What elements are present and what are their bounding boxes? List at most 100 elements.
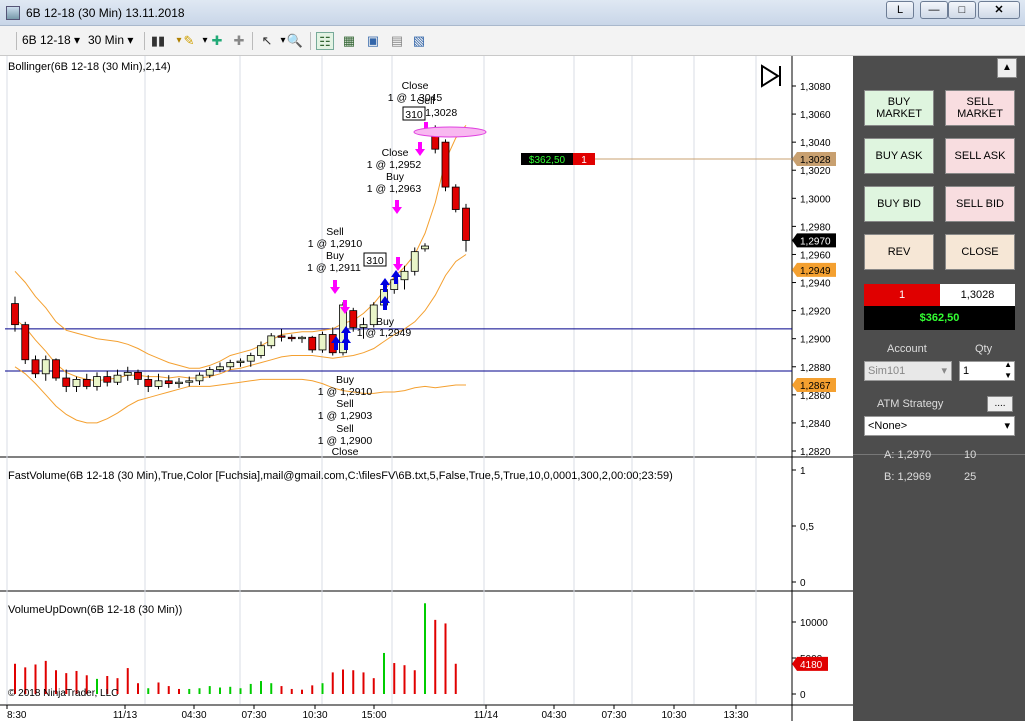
app-icon [6, 6, 20, 20]
execution-label: Buy [326, 250, 345, 262]
sell-arrow [392, 200, 402, 214]
interval-selector[interactable]: 30 Min ▾ [88, 31, 133, 51]
execution-label: Close [402, 80, 429, 92]
last-price-flag-label: 1,2970 [800, 236, 831, 247]
position-pnl-text: $362,50 [529, 155, 566, 166]
price-tick-label: 1,2820 [800, 447, 831, 458]
atm-strategy-select[interactable]: <None> ▾ [864, 416, 1015, 436]
chevron-down-icon: ▾ [1004, 420, 1010, 432]
collapse-up-icon[interactable]: ▲ [997, 58, 1017, 78]
zoom-icon[interactable]: 🔍 [286, 32, 304, 50]
strategies-icon[interactable]: ▣ [364, 32, 382, 50]
price-tick-label: 1,3080 [800, 82, 831, 93]
highlight-ellipse [413, 126, 487, 138]
time-tick-label: 04:30 [181, 710, 206, 721]
stepper-arrows-icon[interactable]: ▲ ▼ [1004, 359, 1012, 381]
skip-to-end-triangle [761, 64, 780, 88]
candle-body [154, 380, 163, 387]
candle-body [318, 334, 327, 351]
candle-body [185, 380, 194, 383]
candle-body [216, 366, 224, 370]
candle-body [400, 270, 409, 281]
reverse-button[interactable]: REV [864, 234, 934, 270]
qty-label: Qty [975, 343, 993, 355]
candle-body [144, 379, 153, 387]
sell-arrow [393, 257, 403, 271]
position-pnl: $362,50 [864, 306, 1015, 330]
buy-market-button[interactable]: BUY MARKET [864, 90, 934, 126]
minimize-icon[interactable]: — [920, 1, 948, 19]
atm-strategy-button[interactable]: .... [987, 396, 1013, 412]
properties-icon[interactable]: ▤ [388, 32, 406, 50]
fastvolume-tick-label: 1 [800, 466, 806, 477]
sell-bid-button[interactable]: SELL BID [945, 186, 1015, 222]
candle-body [441, 141, 450, 188]
time-tick-label: 10:30 [302, 710, 327, 721]
candle-body [52, 359, 60, 379]
chart-trader-icon[interactable]: ☷ [316, 32, 334, 50]
time-tick-label: 10:30 [661, 710, 686, 721]
candle-body [349, 310, 358, 328]
bid-size-label: 25 [964, 471, 977, 483]
buy-ask-button[interactable]: BUY ASK [864, 138, 934, 174]
candle-body [226, 362, 235, 368]
toolbar-separator [144, 32, 145, 50]
chevron-down-icon: ▾ [127, 33, 134, 47]
close-icon[interactable]: ✕ [978, 1, 1020, 19]
execution-label: Sell [417, 95, 435, 107]
bar-type-icon[interactable]: ▮▮ [149, 32, 167, 50]
atm-strategy-value: <None> [868, 420, 908, 432]
sell-ask-button[interactable]: SELL ASK [945, 138, 1015, 174]
chevron-down-icon: ▾ [74, 33, 81, 47]
time-tick-label: 07:30 [601, 710, 626, 721]
ask-size-label: 10 [964, 449, 977, 461]
candle-body [175, 381, 183, 385]
instrument-label: 6B 12-18 [22, 33, 71, 47]
candle-body [462, 207, 470, 241]
candle-body [277, 335, 286, 338]
execution-value: 1 @ 1,2949 [357, 327, 412, 339]
panel-divider [853, 454, 1025, 455]
candle-body [21, 324, 30, 361]
chart-canvas[interactable]: 1,3080 1,3060 1,3040 1,3020 1,3000 1,2980 1,29… [0, 56, 853, 721]
ninjatrader-chart-window: 6B 12-18 (30 Min) 13.11.2018 L — □ ✕ 6B … [0, 0, 1025, 721]
indicators-icon[interactable]: ▦ [340, 32, 358, 50]
candle-body [103, 376, 112, 383]
price-tick-label: 1,3000 [800, 194, 831, 205]
toolbar-separator [310, 32, 311, 50]
buy-bid-button[interactable]: BUY BID [864, 186, 934, 222]
candle-body [123, 371, 132, 376]
candle-body [113, 374, 122, 383]
price-tick-label: 1,3020 [800, 166, 831, 177]
execution-value: 1 @ 1,2910 [318, 386, 373, 398]
global-crosshair-icon[interactable]: ✚ [230, 32, 248, 50]
sell-arrow [330, 280, 340, 294]
execution-label: Close [382, 147, 409, 159]
sell-market-button[interactable]: SELL MARKET [945, 90, 1015, 126]
candle-body [410, 251, 419, 272]
qty-value: 1 [963, 365, 970, 377]
bollinger-panel-title: Bollinger(6B 12-18 (30 Min),2,14) [8, 61, 171, 73]
instrument-selector[interactable]: 6B 12-18 ▾ [22, 31, 80, 51]
chart-area[interactable]: 1,3080 1,3060 1,3040 1,3020 1,3000 1,2980 1,29… [0, 56, 853, 721]
candle-body [308, 336, 317, 351]
quantity-stepper[interactable]: 1 ▲ ▼ [959, 359, 1015, 381]
link-button[interactable]: L [886, 1, 914, 19]
copyright-notice: © 2018 NinjaTrader, LLC [8, 688, 119, 699]
close-position-button[interactable]: CLOSE [945, 234, 1015, 270]
window-title: 6B 12-18 (30 Min) 13.11.2018 [26, 6, 185, 20]
price-tick-label: 1,3060 [800, 110, 831, 121]
data-box-icon[interactable]: ▧ [410, 32, 428, 50]
atm-strategy-label: ATM Strategy [877, 398, 944, 410]
maximize-icon[interactable]: □ [948, 1, 976, 19]
account-select[interactable]: Sim101 ▾ [864, 361, 952, 381]
crosshair-icon[interactable]: ✚ [208, 32, 226, 50]
volume-panel-title: VolumeUpDown(6B 12-18 (30 Min)) [8, 604, 183, 616]
chart-toolbar: 6B 12-18 ▾ 30 Min ▾ ▮▮ ▾ ✎ ▾ ✚ ✚ ↖ ▾ 🔍 ☷… [0, 26, 1025, 56]
candle-body [11, 303, 19, 326]
order-size-label: 310 [366, 255, 384, 267]
execution-label: Sell [336, 398, 354, 410]
account-value: Sim101 [868, 365, 906, 377]
time-tick-label: 11/13 [113, 710, 138, 721]
bollinger-lower-flag-label: 1,2867 [800, 381, 831, 392]
